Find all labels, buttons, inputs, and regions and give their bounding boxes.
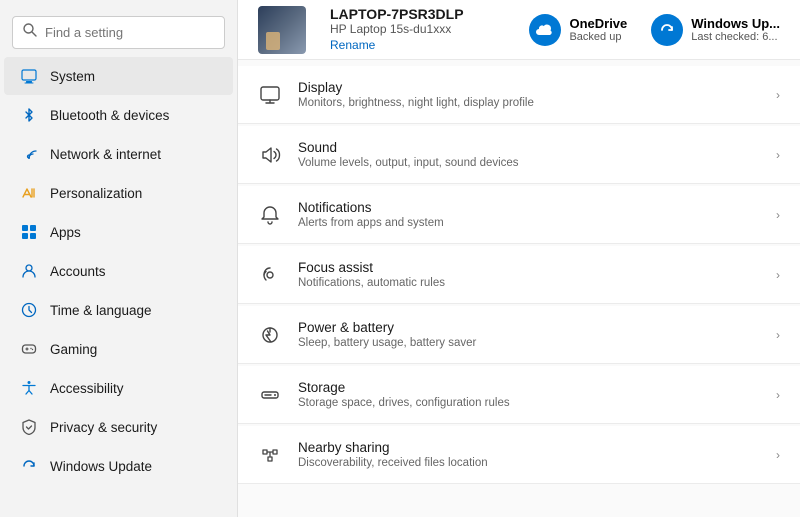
onedrive-icon: [529, 14, 561, 46]
nearby-icon: [258, 443, 282, 467]
privacy-icon: [20, 418, 38, 436]
sound-title: Sound: [298, 140, 760, 155]
sidebar-item-network[interactable]: Network & internet: [4, 135, 233, 173]
update-icon: [20, 457, 38, 475]
sidebar-label-apps: Apps: [50, 225, 81, 240]
sidebar-item-apps[interactable]: Apps: [4, 213, 233, 251]
display-icon: [258, 83, 282, 107]
sidebar-label-system: System: [50, 69, 95, 84]
device-thumbnail: [258, 6, 306, 54]
sidebar-label-privacy: Privacy & security: [50, 420, 157, 435]
device-name: LAPTOP-7PSR3DLP: [330, 6, 505, 22]
storage-text: Storage Storage space, drives, configura…: [298, 380, 760, 409]
time-icon: [20, 301, 38, 319]
search-icon: [23, 23, 37, 42]
accounts-icon: [20, 262, 38, 280]
notifications-title: Notifications: [298, 200, 760, 215]
notifications-icon: [258, 203, 282, 227]
storage-icon: [258, 383, 282, 407]
display-title: Display: [298, 80, 760, 95]
gaming-icon: [20, 340, 38, 358]
sidebar-item-accounts[interactable]: Accounts: [4, 252, 233, 290]
windows-update-status: Last checked: 6...: [691, 31, 780, 43]
search-input[interactable]: [45, 25, 214, 40]
nearby-chevron: ›: [776, 448, 780, 462]
settings-item-nearby[interactable]: Nearby sharing Discoverability, received…: [238, 426, 800, 484]
onedrive-text: OneDrive Backed up: [569, 16, 627, 43]
sidebar-label-accessibility: Accessibility: [50, 381, 124, 396]
sidebar-item-privacy[interactable]: Privacy & security: [4, 408, 233, 446]
focus-icon: [258, 263, 282, 287]
windows-update-icon: [651, 14, 683, 46]
sidebar-label-update: Windows Update: [50, 459, 152, 474]
sound-chevron: ›: [776, 148, 780, 162]
nearby-text: Nearby sharing Discoverability, received…: [298, 440, 760, 469]
sidebar-label-network: Network & internet: [50, 147, 161, 162]
sound-icon: [258, 143, 282, 167]
focus-text: Focus assist Notifications, automatic ru…: [298, 260, 760, 289]
display-chevron: ›: [776, 88, 780, 102]
onedrive-status: Backed up: [569, 31, 627, 43]
focus-chevron: ›: [776, 268, 780, 282]
power-desc: Sleep, battery usage, battery saver: [298, 337, 760, 349]
display-text: Display Monitors, brightness, night ligh…: [298, 80, 760, 109]
device-info: LAPTOP-7PSR3DLP HP Laptop 15s-du1xxx Ren…: [330, 6, 505, 54]
bluetooth-icon: [20, 106, 38, 124]
settings-item-storage[interactable]: Storage Storage space, drives, configura…: [238, 366, 800, 424]
sidebar-item-gaming[interactable]: Gaming: [4, 330, 233, 368]
windows-update-text: Windows Up... Last checked: 6...: [691, 16, 780, 43]
storage-title: Storage: [298, 380, 760, 395]
onedrive-info: OneDrive Backed up: [529, 14, 627, 46]
power-title: Power & battery: [298, 320, 760, 335]
windows-update-info: Windows Up... Last checked: 6...: [651, 14, 780, 46]
device-rename-link[interactable]: Rename: [330, 38, 375, 52]
sidebar-item-system[interactable]: System: [4, 57, 233, 95]
sidebar-label-time: Time & language: [50, 303, 152, 318]
sidebar-label-personalization: Personalization: [50, 186, 142, 201]
sidebar: System Bluetooth & devices Network & int…: [0, 0, 237, 517]
notifications-desc: Alerts from apps and system: [298, 217, 760, 229]
sidebar-item-update[interactable]: Windows Update: [4, 447, 233, 485]
sidebar-label-gaming: Gaming: [50, 342, 97, 357]
storage-chevron: ›: [776, 388, 780, 402]
windows-update-label: Windows Up...: [691, 16, 780, 31]
nearby-title: Nearby sharing: [298, 440, 760, 455]
search-box[interactable]: [12, 16, 225, 49]
settings-item-notifications[interactable]: Notifications Alerts from apps and syste…: [238, 186, 800, 244]
notifications-chevron: ›: [776, 208, 780, 222]
settings-item-display[interactable]: Display Monitors, brightness, night ligh…: [238, 66, 800, 124]
storage-desc: Storage space, drives, configuration rul…: [298, 397, 760, 409]
power-text: Power & battery Sleep, battery usage, ba…: [298, 320, 760, 349]
sidebar-item-time[interactable]: Time & language: [4, 291, 233, 329]
sidebar-label-bluetooth: Bluetooth & devices: [50, 108, 169, 123]
nearby-desc: Discoverability, received files location: [298, 457, 760, 469]
display-desc: Monitors, brightness, night light, displ…: [298, 97, 760, 109]
device-model: HP Laptop 15s-du1xxx: [330, 22, 505, 36]
power-icon: [258, 323, 282, 347]
system-icon: [20, 67, 38, 85]
focus-desc: Notifications, automatic rules: [298, 277, 760, 289]
notifications-text: Notifications Alerts from apps and syste…: [298, 200, 760, 229]
power-chevron: ›: [776, 328, 780, 342]
main-content: LAPTOP-7PSR3DLP HP Laptop 15s-du1xxx Ren…: [237, 0, 800, 517]
apps-icon: [20, 223, 38, 241]
personalization-icon: [20, 184, 38, 202]
settings-item-sound[interactable]: Sound Volume levels, output, input, soun…: [238, 126, 800, 184]
focus-title: Focus assist: [298, 260, 760, 275]
sound-text: Sound Volume levels, output, input, soun…: [298, 140, 760, 169]
settings-item-power[interactable]: Power & battery Sleep, battery usage, ba…: [238, 306, 800, 364]
network-icon: [20, 145, 38, 163]
sidebar-item-bluetooth[interactable]: Bluetooth & devices: [4, 96, 233, 134]
settings-list: Display Monitors, brightness, night ligh…: [238, 60, 800, 490]
sidebar-item-accessibility[interactable]: Accessibility: [4, 369, 233, 407]
device-bar: LAPTOP-7PSR3DLP HP Laptop 15s-du1xxx Ren…: [238, 0, 800, 60]
accessibility-icon: [20, 379, 38, 397]
onedrive-label: OneDrive: [569, 16, 627, 31]
sidebar-label-accounts: Accounts: [50, 264, 106, 279]
settings-item-focus[interactable]: Focus assist Notifications, automatic ru…: [238, 246, 800, 304]
sidebar-item-personalization[interactable]: Personalization: [4, 174, 233, 212]
sound-desc: Volume levels, output, input, sound devi…: [298, 157, 760, 169]
